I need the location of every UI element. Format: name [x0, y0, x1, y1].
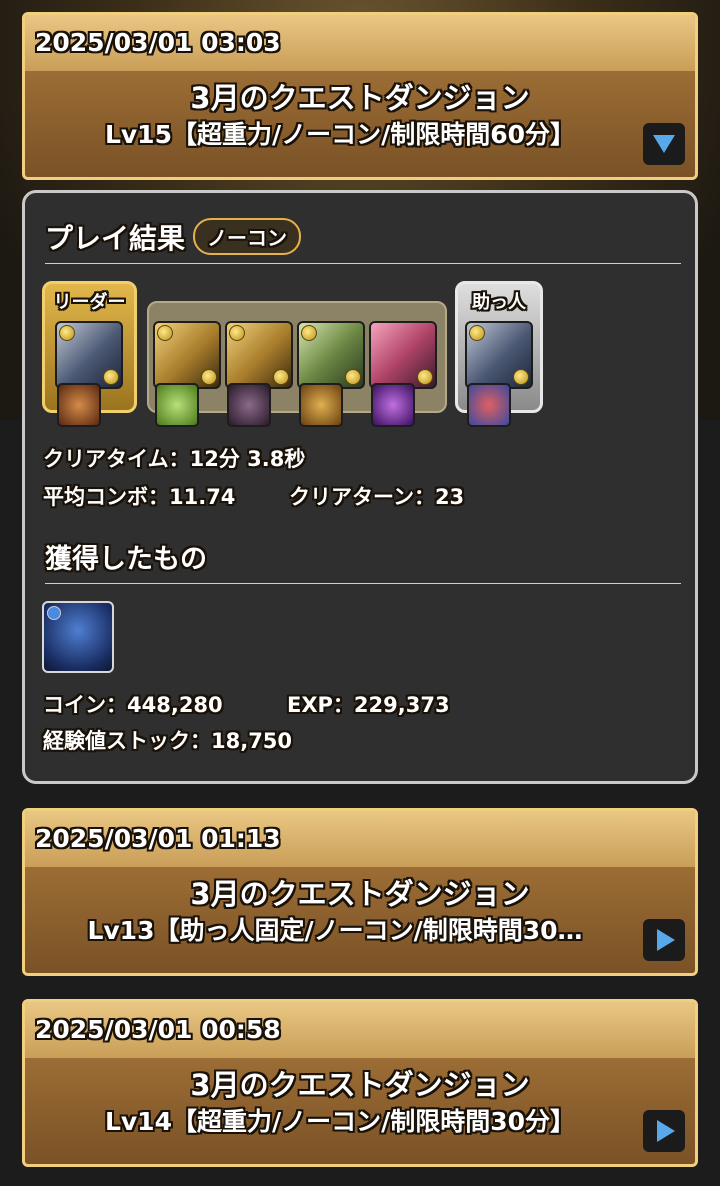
entry-title: 3月のクエストダンジョン	[190, 877, 530, 911]
sub-assist-1[interactable]	[155, 383, 199, 427]
sub-monster-3[interactable]	[297, 321, 365, 389]
leader-monster[interactable]	[55, 321, 123, 389]
helper-assist[interactable]	[467, 383, 511, 427]
sub-monster-2[interactable]	[225, 321, 293, 389]
expand-button[interactable]	[643, 919, 685, 961]
entry-subtitle: Lv13【助っ人固定/ノーコン/制限時間30…	[87, 916, 583, 945]
play-result-heading: プレイ結果 ノーコン	[45, 217, 302, 257]
helper-monster[interactable]	[465, 321, 533, 389]
no-continue-badge: ノーコン	[193, 218, 302, 255]
leader-assist[interactable]	[57, 383, 101, 427]
history-entry-3[interactable]: 2025/03/01 00:58 3月のクエストダンジョン Lv14【超重力/ノ…	[22, 999, 698, 1167]
entry-subtitle: Lv14【超重力/ノーコン/制限時間30分】	[104, 1107, 576, 1136]
entry-date: 2025/03/01 03:03	[25, 15, 695, 71]
drop-monster[interactable]	[42, 601, 114, 673]
clear-time: クリアタイム：12分 3.8秒	[43, 447, 306, 471]
entry-subtitle: Lv15【超重力/ノーコン/制限時間60分】	[104, 120, 576, 149]
leader-label: リーダー	[53, 292, 126, 313]
helper-label: 助っ人	[472, 292, 526, 313]
divider	[45, 583, 681, 584]
play-result-panel: プレイ結果 ノーコン リーダー 助っ人 クリアタイム：12分 3.8秒 平均コンボ…	[22, 190, 698, 784]
exp-stock: 経験値ストック：18,750	[43, 729, 293, 753]
entry-date: 2025/03/01 00:58	[25, 1002, 695, 1058]
obtained-heading: 獲得したもの	[45, 544, 207, 575]
triangle-right-icon	[657, 929, 675, 951]
coins: コイン：448,280	[43, 693, 223, 717]
triangle-right-icon	[657, 1120, 675, 1142]
water-orb-icon	[47, 606, 61, 620]
sub-assist-2[interactable]	[227, 383, 271, 427]
sub-assist-3[interactable]	[299, 383, 343, 427]
entry-date: 2025/03/01 01:13	[25, 811, 695, 867]
expand-button[interactable]	[643, 1110, 685, 1152]
clear-turns: クリアターン：23	[289, 485, 465, 509]
exp: EXP：229,373	[287, 693, 450, 717]
collapse-button[interactable]	[643, 123, 685, 165]
play-result-title: プレイ結果	[45, 222, 186, 255]
history-entry-2[interactable]: 2025/03/01 01:13 3月のクエストダンジョン Lv13【助っ人固定…	[22, 808, 698, 976]
sub-monster-4[interactable]	[369, 321, 437, 389]
history-entry-1[interactable]: 2025/03/01 03:03 3月のクエストダンジョン Lv15【超重力/ノ…	[22, 12, 698, 180]
triangle-down-icon	[653, 135, 675, 153]
entry-title: 3月のクエストダンジョン	[190, 81, 530, 115]
entry-title: 3月のクエストダンジョン	[190, 1068, 530, 1102]
average-combo: 平均コンボ：11.74	[43, 485, 236, 509]
divider	[45, 263, 681, 264]
sub-assist-4[interactable]	[371, 383, 415, 427]
sub-monster-1[interactable]	[153, 321, 221, 389]
